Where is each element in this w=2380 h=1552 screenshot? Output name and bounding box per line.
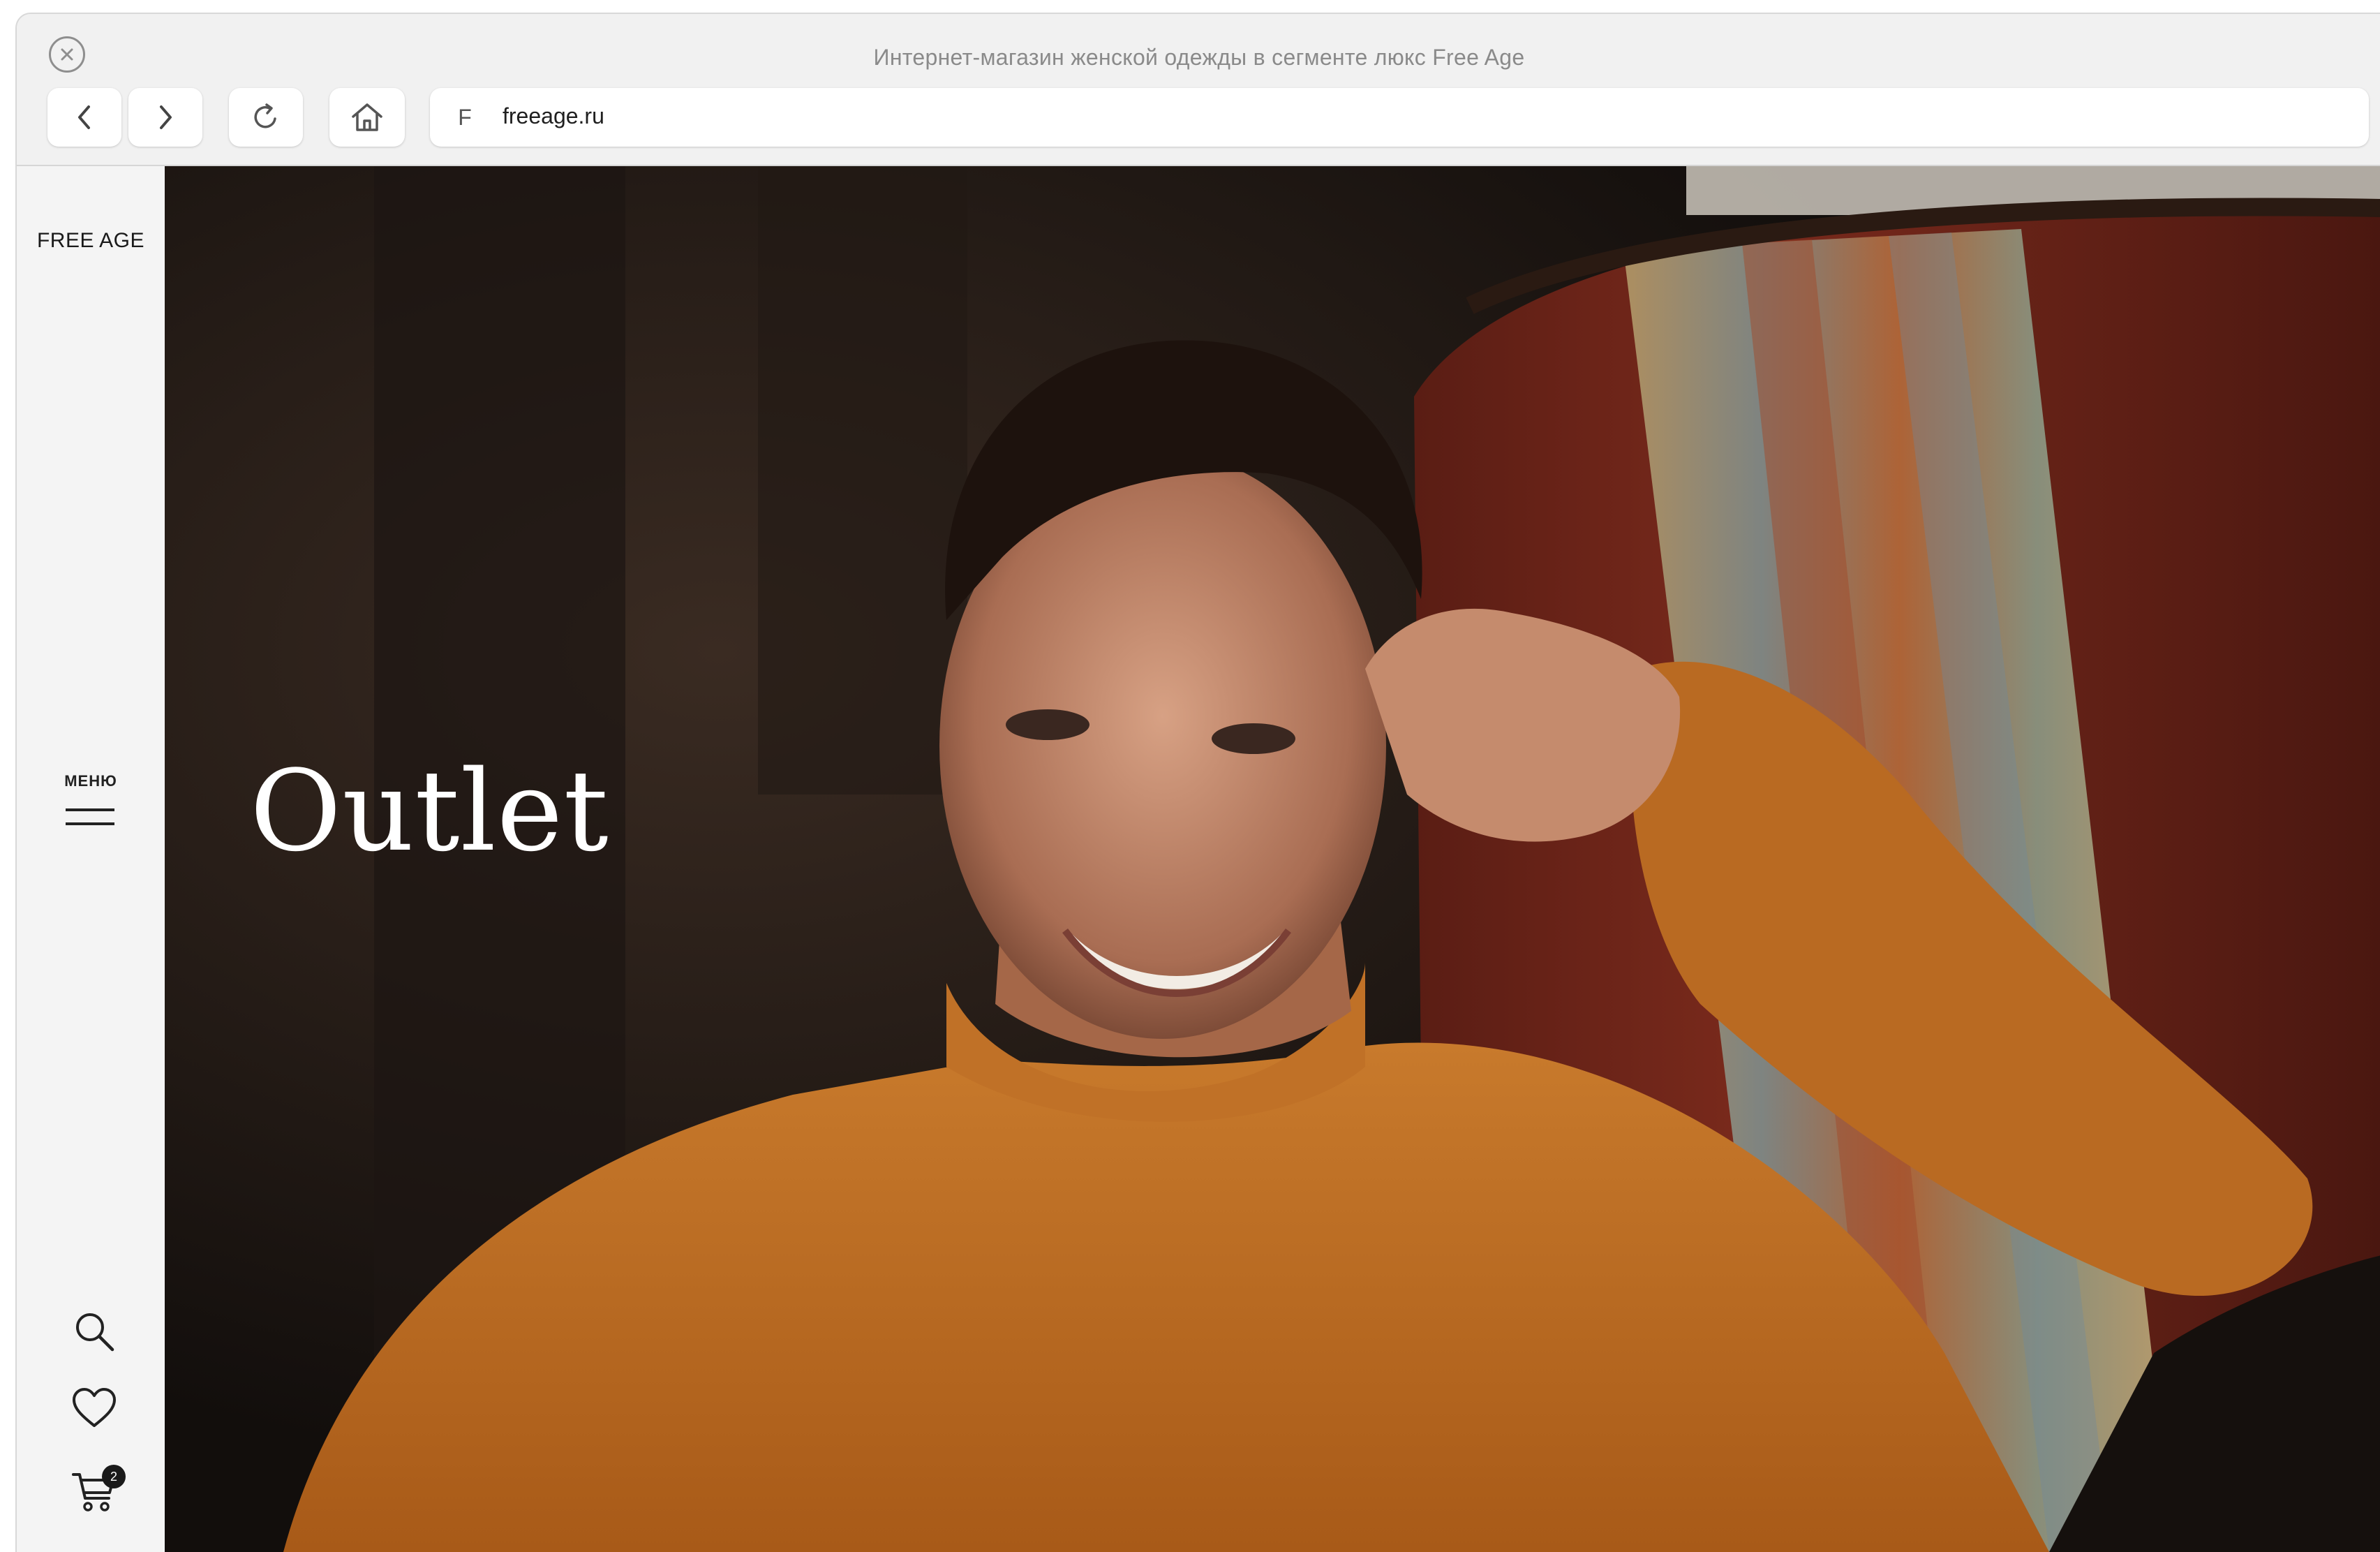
search-button[interactable]	[70, 1307, 119, 1356]
browser-toolbar: Интернет-магазин женской одежды в сегмен…	[17, 14, 2380, 166]
home-icon	[352, 103, 382, 131]
menu-button[interactable]: МЕНЮ	[59, 772, 123, 842]
browser-window: Интернет-магазин женской одежды в сегмен…	[15, 13, 2380, 1552]
forward-button[interactable]	[128, 88, 202, 147]
favorites-button[interactable]	[70, 1384, 119, 1433]
hero-banner[interactable]: Outlet	[165, 166, 2380, 1552]
page-content: FREE AGE МЕНЮ 2 Outlet	[17, 166, 2380, 1552]
hamburger-icon-line-bottom	[66, 822, 114, 825]
hamburger-icon-line-top	[66, 808, 114, 811]
heart-icon	[73, 1388, 116, 1427]
chevron-left-icon	[78, 105, 90, 129]
home-button[interactable]	[329, 88, 405, 147]
hero-title[interactable]: Outlet	[250, 746, 609, 876]
url-text[interactable]: freeage.ru	[503, 103, 604, 129]
site-favicon: F	[458, 104, 472, 130]
menu-label: МЕНЮ	[64, 772, 117, 790]
cart-count-badge: 2	[102, 1465, 126, 1488]
back-button[interactable]	[47, 88, 121, 147]
chevron-right-icon	[160, 105, 172, 129]
window-title: Интернет-магазин женской одежды в сегмен…	[873, 45, 1525, 70]
reload-button[interactable]	[229, 88, 303, 147]
address-bar[interactable]: F freeage.ru	[430, 88, 2369, 147]
site-logo[interactable]: FREE AGE	[17, 229, 165, 253]
reload-icon	[254, 103, 276, 128]
search-icon	[76, 1313, 114, 1352]
site-sidebar: FREE AGE МЕНЮ 2	[17, 166, 165, 1552]
